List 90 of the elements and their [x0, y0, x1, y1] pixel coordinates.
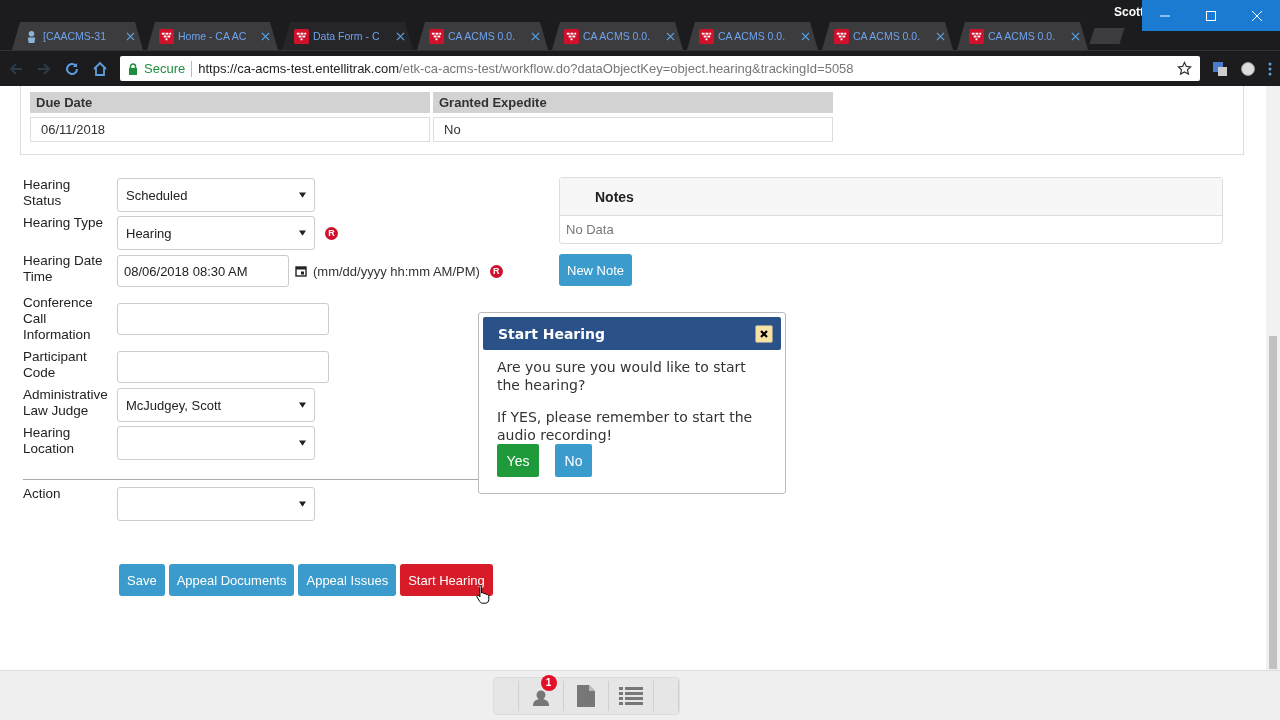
list-icon: [618, 686, 643, 705]
close-button[interactable]: [755, 324, 773, 343]
table-cell: 06/11/2018: [30, 117, 430, 142]
input-field[interactable]: [117, 303, 329, 335]
browser-tab[interactable]: CA ACMS 0.0.: [552, 22, 683, 50]
extension-icon[interactable]: [1240, 60, 1256, 77]
calendar-icon[interactable]: [295, 265, 307, 277]
action-button[interactable]: Appeal Documents: [168, 564, 295, 596]
close-icon: [760, 329, 768, 338]
app-icon: [699, 28, 714, 44]
app-icon: [969, 28, 984, 44]
dialog-message: If YES, please remember to start the audio recording!: [497, 408, 754, 444]
date-field[interactable]: 08/06/2018 08:30 AM: [117, 255, 289, 287]
browser-tab[interactable]: CA ACMS 0.0.: [417, 22, 548, 50]
close-icon: [1251, 9, 1263, 22]
field-label: Hearing Date Time: [23, 253, 104, 285]
caret-icon: [299, 440, 306, 446]
close-icon[interactable]: [1071, 31, 1080, 41]
table-cell: No: [433, 117, 833, 142]
lock-icon: [128, 62, 138, 75]
action-button[interactable]: Save: [119, 564, 165, 596]
tab-title: Home - CA AC: [178, 30, 248, 42]
select-field[interactable]: McJudgey, Scott: [117, 388, 315, 422]
home-icon[interactable]: [92, 60, 108, 77]
field-label: Hearing Status: [23, 177, 72, 209]
field-label: Conference Call Information: [23, 295, 94, 343]
field-label: Participant Code: [23, 349, 88, 381]
input-field[interactable]: [117, 351, 329, 383]
format-hint: (mm/dd/yyyy hh:mm AM/PM): [313, 263, 480, 279]
document-icon: [576, 684, 595, 707]
tab-title: CA ACMS 0.0.: [448, 30, 517, 42]
browser-tab[interactable]: CA ACMS 0.0.: [822, 22, 953, 50]
panel-title: Notes: [595, 188, 634, 205]
field-label: Action: [23, 486, 62, 502]
field-label: Administrative Law Judge: [23, 387, 109, 419]
close-icon[interactable]: [126, 31, 135, 41]
column-header: Granted Expedite: [433, 92, 833, 113]
tab-title: [CAACMS-31: [43, 30, 107, 42]
close-icon[interactable]: [666, 31, 675, 41]
star-icon[interactable]: [1177, 61, 1192, 76]
tab-title: CA ACMS 0.0.: [583, 30, 652, 42]
url-text: https://ca-acms-test.entellitrak.com/etk-ca-acms-test/workflow.do?dataObjectKey=object.hearing&trackingId=5058: [198, 61, 855, 76]
app-icon: [429, 28, 444, 44]
close-icon[interactable]: [801, 31, 810, 41]
app-icon: [564, 28, 579, 44]
browser-tab[interactable]: Data Form - C: [282, 22, 413, 50]
browser-tab[interactable]: CA ACMS 0.0.: [957, 22, 1088, 50]
app-icon: [834, 28, 849, 44]
required-badge: R: [489, 264, 503, 278]
caret-icon: [299, 501, 306, 507]
browser-tab[interactable]: CA ACMS 0.0.: [687, 22, 818, 50]
close-icon[interactable]: [396, 31, 405, 41]
dialog-button[interactable]: No: [555, 444, 592, 477]
maximize-icon: [1205, 9, 1217, 22]
tab-title: CA ACMS 0.0.: [718, 30, 787, 42]
scrollbar[interactable]: [1266, 86, 1280, 670]
dialog-message: Are you sure you would like to start the hearing?: [497, 358, 747, 394]
required-badge: R: [325, 226, 338, 240]
dialog-title: Start Hearing: [498, 325, 607, 342]
select-field[interactable]: Hearing: [117, 216, 315, 250]
app-icon: [159, 28, 174, 44]
column-header: Due Date: [30, 92, 430, 113]
browser-tab[interactable]: [CAACMS-31: [12, 22, 143, 50]
caret-icon: [299, 230, 306, 236]
tab-title: CA ACMS 0.0.: [988, 30, 1057, 42]
select-field[interactable]: Scheduled: [117, 178, 315, 212]
caret-icon: [299, 402, 306, 408]
empty-message: No Data: [566, 222, 614, 237]
notification-badge: 1: [540, 674, 557, 691]
close-icon[interactable]: [531, 31, 540, 41]
menu-icon[interactable]: [1268, 60, 1272, 77]
reload-icon[interactable]: [64, 60, 80, 77]
dialog-button[interactable]: Yes: [497, 444, 539, 477]
field-label: Hearing Location: [23, 425, 76, 457]
close-icon[interactable]: [261, 31, 270, 41]
field-label: Hearing Type: [23, 215, 105, 231]
select-field[interactable]: [117, 487, 315, 521]
secure-label: Secure: [144, 61, 186, 76]
translate-icon[interactable]: [1212, 60, 1228, 77]
tab-title: Data Form - C: [313, 30, 381, 42]
browser-tab[interactable]: Home - CA AC: [147, 22, 278, 50]
tab-title: CA ACMS 0.0.: [853, 30, 922, 42]
action-button[interactable]: Appeal Issues: [298, 564, 397, 596]
close-icon[interactable]: [936, 31, 945, 41]
address-bar[interactable]: Secure https://ca-acms-test.entellitrak.com/etk-ca-acms-test/workflow.do?dataObjectKey=object.hearing&trackingId=5058: [120, 56, 1200, 81]
action-button[interactable]: Start Hearing: [400, 564, 493, 596]
new-note-button[interactable]: New Note: [559, 254, 633, 286]
select-field[interactable]: [117, 426, 315, 460]
app-icon: [294, 28, 309, 44]
caret-icon: [299, 192, 306, 198]
